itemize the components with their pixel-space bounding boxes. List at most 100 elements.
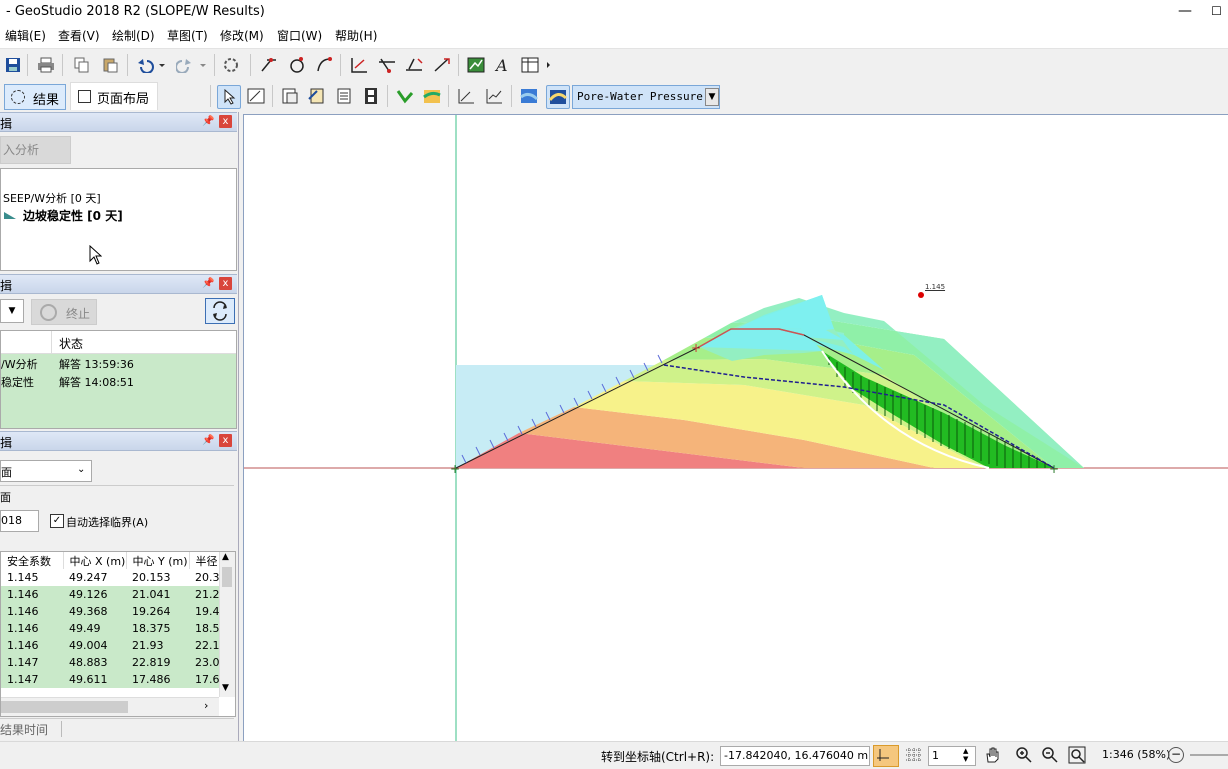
table-row[interactable]: 1.146 49.368 19.264 19.4 bbox=[1, 603, 219, 620]
redo-icon[interactable] bbox=[175, 54, 207, 76]
drawing-canvas[interactable]: + + + 1.145 bbox=[243, 114, 1228, 741]
scroll-right-icon[interactable]: › bbox=[204, 699, 208, 712]
chevron-down-icon: ⌄ bbox=[77, 464, 86, 475]
axis-icon[interactable] bbox=[348, 54, 370, 76]
pan-hand-icon[interactable] bbox=[983, 746, 1003, 764]
contour-icon[interactable] bbox=[421, 85, 443, 107]
menu-view[interactable]: 查看(V) bbox=[58, 27, 100, 44]
tree-item-slope[interactable]: 边坡稳定性 [0 天] bbox=[23, 207, 123, 224]
solve-row-name[interactable]: 稳定性 bbox=[1, 374, 34, 391]
close-icon[interactable]: x bbox=[219, 115, 232, 128]
grid-icon[interactable] bbox=[904, 746, 924, 764]
add-analysis-button[interactable]: 入分析 bbox=[0, 136, 71, 164]
table-cell: 20.153 bbox=[126, 569, 189, 586]
table-icon[interactable] bbox=[519, 54, 553, 76]
color-contour-icon[interactable] bbox=[546, 85, 570, 109]
table-row[interactable]: 1.146 49.126 21.041 21.2 bbox=[1, 586, 219, 603]
analysis-tree: SEEP/W分析 [0 天] 边坡稳定性 [0 天] bbox=[0, 168, 237, 271]
pin-icon[interactable]: 📌 bbox=[202, 435, 214, 446]
scroll-down-icon[interactable]: ▼ bbox=[222, 683, 229, 693]
analysis-panel-title-fragment: 揖 bbox=[0, 117, 13, 131]
stepper-arrows-icon[interactable]: ▲ ▼ bbox=[963, 747, 968, 763]
scrollbar-thumb[interactable] bbox=[1, 701, 128, 713]
zoom-slider-track[interactable] bbox=[1190, 754, 1228, 756]
table-row[interactable]: 1.146 49.004 21.93 22.1 bbox=[1, 637, 219, 654]
coords-input[interactable]: -17.842040, 16.476040 m bbox=[720, 746, 870, 766]
menu-draw[interactable]: 绘制(D) bbox=[112, 27, 155, 44]
scrollbar-thumb[interactable] bbox=[222, 567, 232, 587]
tree-item-seep[interactable]: SEEP/W分析 [0 天] bbox=[3, 190, 101, 206]
graph-icon[interactable] bbox=[465, 54, 487, 76]
menu-help[interactable]: 帮助(H) bbox=[335, 27, 377, 44]
table-row[interactable]: 1.146 49.49 18.375 18.5 bbox=[1, 620, 219, 637]
film-icon[interactable] bbox=[360, 85, 382, 107]
column-header[interactable]: 安全系数 bbox=[1, 552, 64, 569]
grid-spacing-stepper[interactable]: 1 ▲ ▼ bbox=[928, 746, 976, 766]
solve-row-name[interactable]: /W分析 bbox=[1, 356, 38, 373]
zoom-in-icon[interactable] bbox=[1015, 746, 1035, 764]
zoom-out-icon[interactable] bbox=[1041, 746, 1061, 764]
sketch-arrow-icon[interactable] bbox=[403, 54, 425, 76]
table-row[interactable]: 1.147 48.883 22.819 23.0 bbox=[1, 654, 219, 671]
report-icon[interactable] bbox=[333, 85, 355, 107]
column-header[interactable]: 中心 X (m) bbox=[63, 552, 127, 569]
menu-edit[interactable]: 编辑(E) bbox=[5, 27, 46, 44]
tab-page-layout[interactable]: 页面布局 bbox=[70, 82, 158, 110]
chevron-down-icon[interactable]: ▼ bbox=[705, 88, 719, 106]
slip-number-input[interactable]: 018 bbox=[0, 510, 39, 532]
maximize-button[interactable]: ☐ bbox=[1205, 0, 1228, 23]
undo-icon[interactable] bbox=[134, 54, 166, 76]
draw-point-icon[interactable] bbox=[258, 54, 280, 76]
table-row[interactable]: 1.147 49.611 17.486 17.6 bbox=[1, 671, 219, 688]
view-slices-icon[interactable] bbox=[306, 85, 328, 107]
pin-icon[interactable]: 📌 bbox=[202, 278, 214, 289]
sketch-dimension-icon[interactable] bbox=[431, 54, 453, 76]
view-properties-icon[interactable] bbox=[279, 85, 301, 107]
minimize-button[interactable]: — bbox=[1165, 0, 1205, 23]
menu-window[interactable]: 窗口(W) bbox=[277, 27, 322, 44]
paste-icon[interactable] bbox=[99, 54, 121, 76]
contour-legend-icon[interactable] bbox=[518, 85, 540, 107]
save-icon[interactable] bbox=[2, 54, 24, 76]
zoom-fit-icon[interactable] bbox=[1068, 746, 1088, 764]
column-header[interactable]: 中心 Y (m) bbox=[126, 552, 190, 569]
draw-slip-icon[interactable] bbox=[394, 85, 416, 107]
table-cell: 49.247 bbox=[63, 569, 126, 586]
select-pointer-icon[interactable] bbox=[217, 85, 241, 109]
page-layout-icon bbox=[78, 90, 91, 103]
toe-left-marker: + bbox=[450, 462, 460, 476]
divider bbox=[61, 721, 62, 737]
draw-arc-icon[interactable] bbox=[313, 54, 335, 76]
column-header[interactable]: 半径 bbox=[189, 552, 220, 569]
refresh-button[interactable] bbox=[205, 298, 235, 324]
close-icon[interactable]: x bbox=[219, 434, 232, 447]
tab-results[interactable]: 结果 bbox=[4, 84, 66, 110]
stop-button[interactable]: 终止 bbox=[31, 299, 97, 325]
copy-icon[interactable] bbox=[71, 54, 93, 76]
close-icon[interactable]: x bbox=[219, 277, 232, 290]
results-time-tab[interactable]: 结果时间 bbox=[0, 721, 48, 738]
regenerate-icon[interactable] bbox=[220, 54, 242, 76]
horizontal-scrollbar[interactable]: › bbox=[1, 697, 219, 716]
sketch-lines-icon[interactable] bbox=[376, 54, 398, 76]
contour-parameter-select[interactable]: Pore-Water Pressure ▼ bbox=[572, 85, 720, 109]
zoom-objects-icon[interactable] bbox=[245, 85, 267, 107]
graph-axes-icon[interactable] bbox=[483, 85, 505, 107]
scroll-up-icon[interactable]: ▲ bbox=[222, 552, 229, 562]
draw-circle-icon[interactable] bbox=[286, 54, 308, 76]
vertical-scrollbar[interactable]: ▲ ▼ bbox=[219, 552, 235, 697]
menu-modify[interactable]: 修改(M) bbox=[220, 27, 264, 44]
toolbar-separator bbox=[458, 54, 459, 76]
solve-dropdown-chevron-icon[interactable]: ▼ bbox=[0, 299, 24, 323]
axis-draw-icon[interactable] bbox=[455, 85, 477, 107]
slip-view-dropdown[interactable]: 面 ⌄ bbox=[0, 460, 92, 482]
auto-select-checkbox[interactable]: ✓ bbox=[50, 514, 64, 528]
pin-icon[interactable]: 📌 bbox=[202, 116, 214, 127]
zoom-decrease-icon[interactable]: − bbox=[1168, 747, 1184, 763]
menu-sketch[interactable]: 草图(T) bbox=[167, 27, 208, 44]
snap-grid-icon[interactable] bbox=[873, 745, 899, 767]
print-icon[interactable] bbox=[35, 54, 57, 76]
table-row[interactable]: 1.145 49.247 20.153 20.3 bbox=[1, 569, 219, 586]
text-label-icon[interactable]: A bbox=[492, 54, 514, 76]
table-cell: 20.3 bbox=[189, 569, 219, 586]
